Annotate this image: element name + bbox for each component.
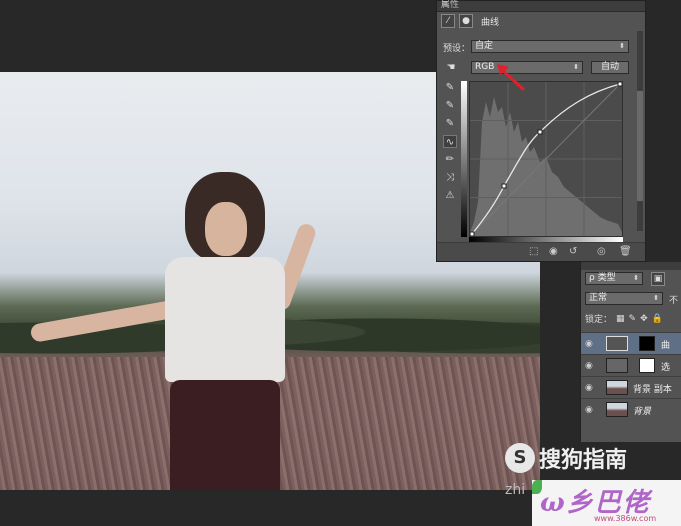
pencil-tool-icon[interactable]: ✏ [443,153,457,166]
preset-row: 预设： [443,41,470,54]
chevron-updown-icon: ⬍ [653,294,659,302]
layer-name: 背景 副本 [633,385,672,395]
eye-icon[interactable]: ◉ [585,405,593,415]
annotation-arrow-icon [497,64,525,91]
adjustment-layer-thumbnail-icon [606,358,628,373]
lock-row: 锁定： ▦ ✎ ✥ 🔒 [585,312,663,326]
view-previous-state-icon[interactable]: ◉ [549,246,558,257]
layers-panel: ρ 类型 ⬍ ▣ 正常 ⬍ 不 锁定： ▦ ✎ ✥ 🔒 ◉ 曲 ◉ 选 ◉ 背景… [580,262,681,442]
chevron-updown-icon: ⬍ [633,274,639,282]
layer-row-background-copy[interactable]: ◉ 背景 副本 [581,376,681,398]
white-point-eyedropper-icon[interactable]: ✎ [443,117,457,130]
curve-point[interactable] [537,129,543,135]
properties-panel: 属性 ≡ ⁄ ● 曲线 预设： 自定 ⬍ ☚ RGB ⬍ 自动 ✎ ✎ ✎ ∿ … [436,0,646,262]
preset-select[interactable]: 自定 ⬍ [471,40,629,53]
lock-transparent-icon[interactable]: ▦ [616,314,625,324]
curve-point[interactable] [501,183,507,189]
properties-titlebar[interactable]: 属性 ≡ [437,0,645,12]
chevron-updown-icon: ⬍ [573,63,579,71]
blend-mode-select[interactable]: 正常 ⬍ [585,292,663,305]
sogou-logo-icon: S [505,443,535,473]
panel-menu-icon[interactable]: ≡ [441,0,641,9]
lock-label: 锁定： [585,315,613,325]
curves-svg [469,81,623,237]
visibility-icon[interactable]: ◎ [597,246,606,257]
adjustment-header: ⁄ ● 曲线 [441,13,499,29]
layer-name: 选 [661,363,671,373]
layer-name: 曲 [661,341,671,351]
layer-mask-thumbnail[interactable] [639,336,655,351]
curves-adjustment-icon: ⁄ [441,14,455,28]
layer-filter-select[interactable]: ρ 类型 ⬍ [585,272,643,285]
layer-row-background[interactable]: ◉ 背景 [581,398,681,420]
channel-select[interactable]: RGB ⬍ [471,61,583,74]
reset-icon[interactable]: ↺ [569,246,577,257]
clipping-warning-icon[interactable]: ⚠ [443,189,457,202]
mask-icon[interactable]: ● [459,14,473,28]
eye-icon[interactable]: ◉ [585,361,593,371]
sogou-text: 搜狗指南 [539,448,628,473]
eye-icon[interactable]: ◉ [585,339,593,349]
curves-layer-thumbnail-icon [606,336,628,351]
preset-value: 自定 [475,41,494,51]
properties-scrollbar[interactable] [637,31,643,231]
chevron-updown-icon: ⬍ [619,42,625,50]
clip-to-layer-icon[interactable]: ⬚ [529,246,538,257]
lock-all-icon[interactable]: 🔒 [652,314,663,324]
gray-point-eyedropper-icon[interactable]: ✎ [443,99,457,112]
layer-filter-value: ρ 类型 [589,273,616,283]
curve-edit-tool-icon[interactable]: ∿ [443,135,457,148]
layer-name: 背景 [633,407,652,417]
lock-paint-icon[interactable]: ✎ [629,314,637,324]
layer-row-selective[interactable]: ◉ 选 [581,354,681,376]
sogou-watermark: S 搜狗指南 [505,440,627,476]
brand-watermark: ω乡巴佬 www.386w.com [532,480,681,526]
image-thumbnail [606,380,628,395]
curve-tools: ✎ ✎ ✎ ∿ ✏ ⤨ ⚠ [443,81,459,202]
curves-graph[interactable] [469,81,623,237]
lock-move-icon[interactable]: ✥ [640,314,648,324]
layer-mask-thumbnail[interactable] [639,358,655,373]
output-gradient-bar [461,81,467,237]
properties-footer: ⬚ ◉ ↺ ◎ 🗑 [437,242,645,261]
smooth-tool-icon[interactable]: ⤨ [443,171,457,184]
black-point-eyedropper-icon[interactable]: ✎ [443,81,457,94]
layer-row-curves[interactable]: ◉ 曲 [581,332,681,354]
channel-value: RGB [475,62,495,72]
trash-icon[interactable]: 🗑 [619,246,632,257]
preset-label: 预设： [443,44,471,54]
hand-target-tool-icon[interactable]: ☚ [444,61,458,74]
blend-mode-value: 正常 [589,293,608,303]
opacity-label: 不 [669,296,679,306]
filter-pixel-icon[interactable]: ▣ [651,272,665,286]
image-thumbnail [606,402,628,417]
zhi-watermark: zhi [505,482,526,498]
auto-button[interactable]: 自动 [591,61,629,74]
brand-url: www.386w.com [594,514,657,523]
eye-icon[interactable]: ◉ [585,383,593,393]
adjustment-title: 曲线 [481,17,500,28]
